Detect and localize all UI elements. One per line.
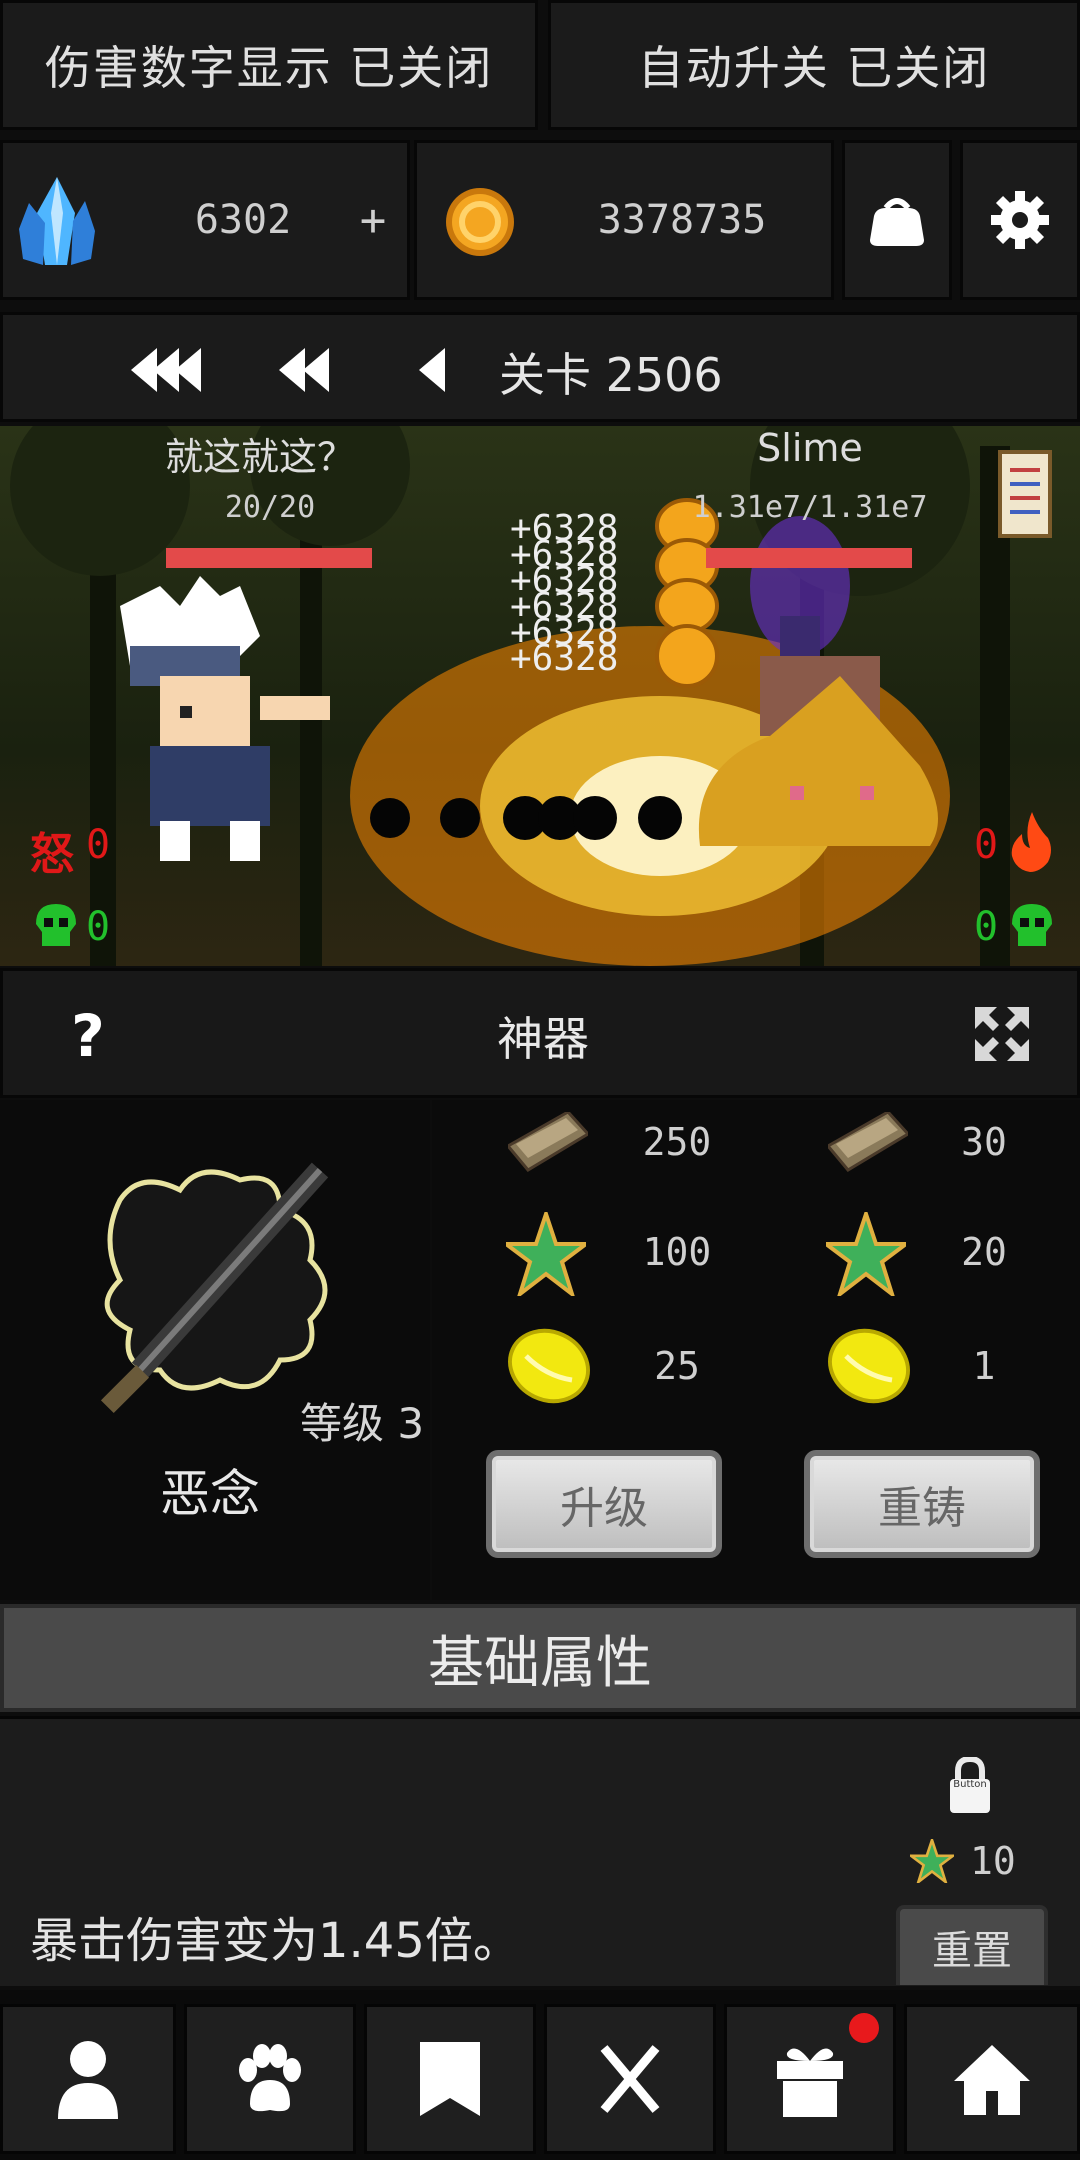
stage-bar: 关卡 2506 xyxy=(0,312,1080,422)
lemon-icon xyxy=(828,1328,910,1404)
back-several-stages-button[interactable] xyxy=(279,345,349,395)
enemy-hp-fill xyxy=(706,548,912,568)
crystal-count: 6302 xyxy=(194,197,292,243)
player-character xyxy=(120,576,330,861)
upgrade-button[interactable]: 升级 xyxy=(486,1450,722,1558)
lock-caption: Button xyxy=(953,1779,987,1790)
damage-number-toggle[interactable]: 伤害数字显示 已关闭 xyxy=(0,0,538,130)
star-icon xyxy=(910,1839,954,1883)
player-name: 就这就这？ xyxy=(164,435,355,479)
reforge-ingot-cost: 30 xyxy=(961,1120,1007,1164)
lemon-icon xyxy=(508,1328,590,1404)
paw-icon xyxy=(239,2044,301,2112)
auto-upgrade-toggle-label: 自动升关 已关闭 xyxy=(637,41,991,95)
enemy-rage-count: 0 xyxy=(974,822,999,868)
back-many-stages-button[interactable] xyxy=(131,345,221,395)
upgrade-star-cost: 100 xyxy=(642,1230,712,1274)
upgrade-ingot-cost: 250 xyxy=(642,1120,712,1164)
artifact-display: 等级 3 恶念 xyxy=(0,1100,430,1600)
attributes-panel: Button 10 暴击伤害变为1.45倍。 重置 xyxy=(0,1716,1080,1986)
reset-star-cost: 10 xyxy=(970,1839,1016,1883)
dark-sword-icon xyxy=(100,1162,329,1414)
auto-upgrade-toggle[interactable]: 自动升关 已关闭 xyxy=(548,0,1080,130)
artifact-costs: 250 30 100 20 25 1 升级 重铸 xyxy=(432,1100,1080,1600)
damage-popup: +6328 xyxy=(510,638,619,679)
scroll-icon[interactable] xyxy=(990,446,1060,542)
help-button[interactable]: ? xyxy=(43,991,133,1081)
crystal-panel: 6302 + xyxy=(0,140,410,300)
reforge-button[interactable]: 重铸 xyxy=(804,1450,1040,1558)
nav-home[interactable] xyxy=(904,2004,1080,2154)
bottom-nav xyxy=(0,1990,1080,2160)
fullscreen-icon[interactable] xyxy=(975,1007,1029,1061)
swords-icon xyxy=(600,2045,660,2113)
reforge-star-cost: 20 xyxy=(961,1230,1007,1274)
reforge-lemon-cost: 1 xyxy=(972,1344,996,1388)
player-skull-icon xyxy=(36,904,76,946)
reset-button[interactable]: 重置 xyxy=(896,1905,1048,1985)
artifact-header: ? 神器 xyxy=(0,968,1080,1098)
settings-button[interactable] xyxy=(960,140,1080,300)
attribute-description: 暴击伤害变为1.45倍。 xyxy=(30,1913,521,1969)
star-icon xyxy=(826,1212,906,1296)
back-one-stage-button[interactable] xyxy=(419,345,469,395)
stage-label: 关卡 2506 xyxy=(499,348,723,402)
fire-icon xyxy=(1011,812,1051,872)
bookmark-icon xyxy=(420,2042,480,2116)
player-hp-text: 20/20 xyxy=(224,490,316,525)
artifact-title: 神器 xyxy=(497,1012,589,1066)
gold-coin-icon xyxy=(446,188,514,256)
player-hp-bar xyxy=(166,548,372,568)
iron-ingot-icon xyxy=(508,1112,588,1172)
gold-panel: 3378735 xyxy=(414,140,834,300)
lock-button[interactable]: Button xyxy=(946,1755,994,1815)
artifact-level: 等级 3 xyxy=(300,1399,425,1448)
attributes-header: 基础属性 xyxy=(0,1604,1080,1712)
player-rage-count: 0 xyxy=(86,822,111,868)
iron-ingot-icon xyxy=(828,1112,908,1172)
gold-count: 3378735 xyxy=(597,197,767,243)
enemy-hp-bar xyxy=(706,548,912,568)
battle-scene: 就这就这？ 20/20 Slime 1.31e7/1.31e7 +6328 +6… xyxy=(0,426,1080,966)
nav-battle[interactable] xyxy=(544,2004,716,2154)
nav-book[interactable] xyxy=(364,2004,536,2154)
bag-icon xyxy=(870,198,924,246)
nav-pets[interactable] xyxy=(184,2004,356,2154)
artifact-name: 恶念 xyxy=(160,1465,260,1523)
gear-icon xyxy=(991,191,1049,249)
gift-icon xyxy=(777,2048,843,2117)
enemy-name: Slime xyxy=(757,426,863,470)
nav-gifts[interactable] xyxy=(724,2004,896,2154)
player-hp-fill xyxy=(166,548,372,568)
damage-number-toggle-label: 伤害数字显示 已关闭 xyxy=(44,41,494,95)
person-icon xyxy=(58,2041,118,2119)
enemy-kill-count: 0 xyxy=(974,904,999,950)
enemy-slime xyxy=(698,616,938,846)
buy-crystal-button[interactable]: + xyxy=(343,143,403,297)
player-kill-count: 0 xyxy=(86,904,111,950)
upgrade-lemon-cost: 25 xyxy=(654,1344,700,1388)
bag-button[interactable] xyxy=(842,140,952,300)
home-icon xyxy=(954,2045,1030,2115)
enemy-skull-icon xyxy=(1012,904,1052,946)
player-rage-label: 怒 xyxy=(30,829,74,880)
notification-dot xyxy=(849,2013,879,2043)
damage-popups: +6328 +6328 +6328 +6328 +6328 +6328 xyxy=(510,511,650,679)
nav-character[interactable] xyxy=(0,2004,176,2154)
crystal-icon xyxy=(19,177,95,265)
star-icon xyxy=(506,1212,586,1296)
enemy-hp-text: 1.31e7/1.31e7 xyxy=(692,490,928,525)
coin-stack xyxy=(655,498,719,688)
